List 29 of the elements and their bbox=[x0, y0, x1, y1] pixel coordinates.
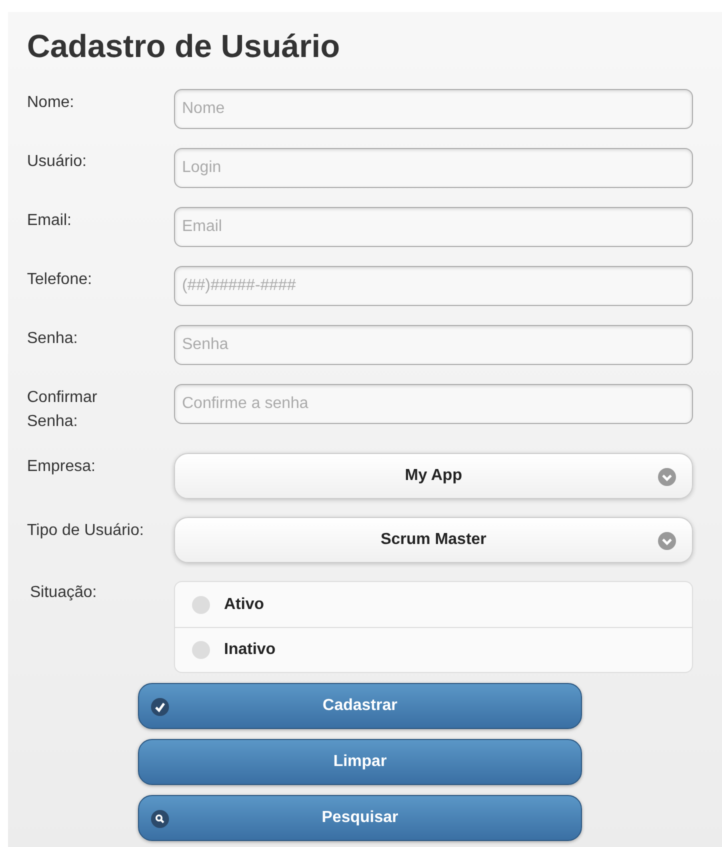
search-icon bbox=[151, 810, 169, 828]
radio-button[interactable] bbox=[192, 596, 210, 614]
action-button[interactable]: Cadastrar bbox=[138, 683, 582, 729]
field-label: Senha: bbox=[27, 330, 78, 347]
check-icon bbox=[151, 698, 169, 716]
field-label: Usuário: bbox=[27, 153, 87, 170]
field-label: Tipo de Usuário: bbox=[27, 522, 144, 539]
chevron-down-icon bbox=[658, 532, 676, 550]
field-label: Telefone: bbox=[27, 271, 92, 288]
select-dropdown[interactable]: My App bbox=[174, 453, 693, 499]
action-button[interactable]: Limpar bbox=[138, 739, 582, 785]
input-field[interactable]: Email bbox=[174, 207, 693, 247]
input-field[interactable]: Login bbox=[174, 148, 693, 188]
field-label: Email: bbox=[27, 212, 72, 229]
chevron-down-icon bbox=[658, 468, 676, 486]
input-field[interactable]: (##)#####-#### bbox=[174, 266, 693, 306]
field-label: Nome: bbox=[27, 94, 74, 111]
field-label: Empresa: bbox=[27, 458, 96, 475]
input-field[interactable]: Confirme a senha bbox=[174, 384, 693, 424]
radio-option[interactable]: Inativo bbox=[175, 627, 692, 672]
input-field[interactable]: Senha bbox=[174, 325, 693, 365]
page-title: Cadastro de Usuário bbox=[27, 27, 340, 66]
field-label: Situação: bbox=[30, 584, 97, 601]
radio-option[interactable]: Ativo bbox=[175, 582, 692, 627]
action-button[interactable]: Pesquisar bbox=[138, 795, 582, 841]
input-field[interactable]: Nome bbox=[174, 89, 693, 129]
select-dropdown[interactable]: Scrum Master bbox=[174, 517, 693, 563]
field-label: Confirmar Senha: bbox=[27, 389, 98, 430]
radio-button[interactable] bbox=[192, 641, 210, 659]
